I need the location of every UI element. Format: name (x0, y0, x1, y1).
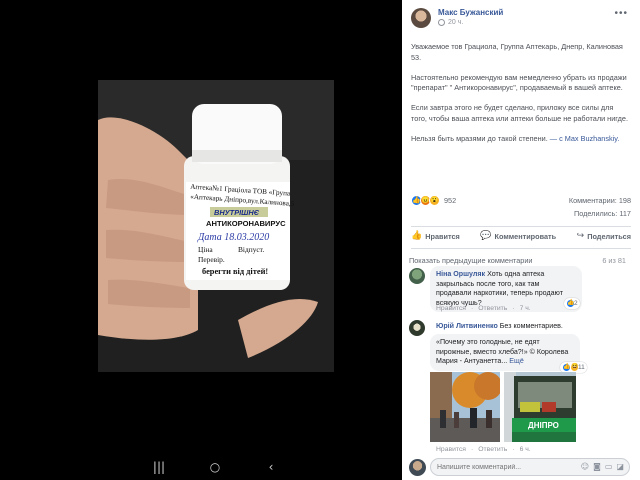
label-line-4: АНТИКОРОНАВИРУС (206, 219, 286, 228)
post-paragraph: Нельзя быть мразями до такой степени. — … (411, 134, 631, 145)
shares-count[interactable]: Поделились: 117 (574, 209, 631, 218)
comment-button[interactable]: 💬 Комментировать (480, 231, 556, 241)
gif-icon[interactable]: ▭ (605, 462, 613, 471)
tagged-user-link[interactable]: — с Max Buzhanskiy. (548, 134, 620, 143)
comments-count[interactable]: Комментарии: 198 (569, 196, 631, 205)
comment-reaction-count: 2 (574, 300, 578, 307)
globe-icon (438, 19, 445, 26)
author-avatar[interactable] (411, 8, 431, 28)
input-icons: ☺ ◙ ▭ ◪ (581, 462, 624, 471)
comment-time[interactable]: 6 ч. (520, 446, 531, 453)
android-nav-bar: ||| ○ ‹ (130, 458, 300, 476)
divider (411, 248, 631, 249)
comment-author[interactable]: Ніна Оршуляк (436, 270, 485, 278)
comment-photo-street[interactable] (430, 372, 500, 442)
share-icon: ↪ (576, 231, 585, 241)
label-line-3: ВНУТРІШНЄ (214, 208, 260, 217)
comment-bubble: «Почему это голодные, не едят пирожные, … (430, 334, 580, 371)
divider (411, 226, 631, 227)
comment-input-bar: ☺ ◙ ▭ ◪ (402, 455, 640, 480)
comment-time[interactable]: 7 ч. (520, 305, 531, 312)
post-paragraph: Настоятельно рекомендую вам немедленно у… (411, 72, 627, 93)
separator: · (471, 305, 474, 312)
post-text: Уважаемое тов Грациола, Группа Аптекарь,… (411, 42, 631, 154)
share-button[interactable]: ↪ Поделиться (577, 231, 631, 241)
wow-reaction-icon: 😮 (429, 195, 440, 206)
comment-header: Юрій Литвиненко Без комментариев. (436, 322, 626, 332)
separator: · (512, 305, 515, 312)
sticker-icon[interactable]: ◪ (616, 462, 624, 471)
comment-reply-link[interactable]: Ответить (478, 305, 507, 312)
comment-counter: 6 из 81 (602, 256, 626, 265)
see-more-link[interactable]: Ещё (509, 357, 524, 365)
comment-text: Без комментариев. (499, 322, 563, 330)
post-photo[interactable]: Аптека№1 Граціола ТОВ «Група «Аптекарь Д… (98, 80, 334, 372)
comment-quote: «Почему это голодные, не едят пирожные, … (436, 338, 569, 366)
camera-icon[interactable]: ◙ (593, 462, 601, 471)
comment-actions: Нравится · Ответить · 6 ч. (436, 446, 531, 453)
post-time[interactable]: 20 ч. (448, 19, 463, 26)
current-user-avatar (409, 459, 426, 476)
label-line-8: Перевір. (198, 255, 225, 264)
comment-like-link[interactable]: Нравится (436, 305, 466, 312)
post-header: Макс Бужанский 20 ч. ••• (402, 0, 640, 34)
reaction-icons[interactable]: 👍 😠 😮 (411, 195, 440, 206)
separator: · (512, 446, 515, 453)
comment-input[interactable] (431, 459, 531, 475)
comment-reaction-count: 11 (578, 364, 585, 371)
bus-sign-text: ДНІПРО (528, 421, 559, 430)
comment-input-box[interactable]: ☺ ◙ ▭ ◪ (430, 458, 630, 476)
label-line-7: Відпуст. (238, 245, 264, 254)
comment-photo-bus[interactable]: ДНІПРО (504, 372, 576, 442)
share-label: Поделиться (587, 231, 631, 241)
label-line-9: берегти від дітей! (202, 267, 268, 276)
more-options-icon[interactable]: ••• (614, 8, 628, 19)
reactions-count[interactable]: 952 (444, 196, 456, 205)
comment-actions: Нравится · Ответить · 7 ч. (436, 305, 531, 312)
separator: · (471, 446, 474, 453)
photo-viewer: Аптека№1 Граціола ТОВ «Група «Аптекарь Д… (0, 0, 402, 480)
like-label: Нравится (425, 231, 460, 241)
comment-reactions[interactable]: 👍 2 (564, 298, 580, 309)
comment-avatar[interactable] (409, 268, 425, 284)
comment-avatar[interactable] (409, 320, 425, 336)
like-button[interactable]: 👍 Нравится (411, 231, 460, 241)
author-name[interactable]: Макс Бужанский (438, 8, 503, 17)
previous-comments-link[interactable]: Показать предыдущие комментарии (409, 256, 533, 265)
post-paragraph: Если завтра этого не будет сделано, прил… (411, 103, 628, 123)
post-paragraph-text: Нельзя быть мразями до такой степени. (411, 133, 548, 143)
post-actions: 👍 Нравится 💬 Комментировать ↪ Поделиться (411, 231, 631, 241)
comment-icon: 💬 (480, 231, 492, 241)
emoji-icon[interactable]: ☺ (581, 462, 589, 471)
post-meta: 20 ч. (438, 19, 463, 26)
comment-label: Комментировать (494, 231, 557, 241)
reactions-bar: 👍 😠 😮 952 Комментарии: 198 Поделились: 1… (411, 195, 631, 218)
comment-author[interactable]: Юрій Литвиненко (436, 322, 498, 330)
comment-reply-link[interactable]: Ответить (478, 446, 507, 453)
label-line-6: Ціна (198, 245, 213, 254)
recent-apps-icon[interactable]: ||| (148, 460, 170, 474)
label-line-5: Дата 18.03.2020 (197, 232, 269, 243)
post-paragraph: Уважаемое тов Грациола, Группа Аптекарь,… (411, 42, 623, 62)
comment-like-link[interactable]: Нравится (436, 446, 466, 453)
thumbs-up-icon: 👍 (411, 231, 423, 241)
back-icon[interactable]: ‹ (260, 460, 282, 474)
home-icon[interactable]: ○ (204, 460, 226, 474)
